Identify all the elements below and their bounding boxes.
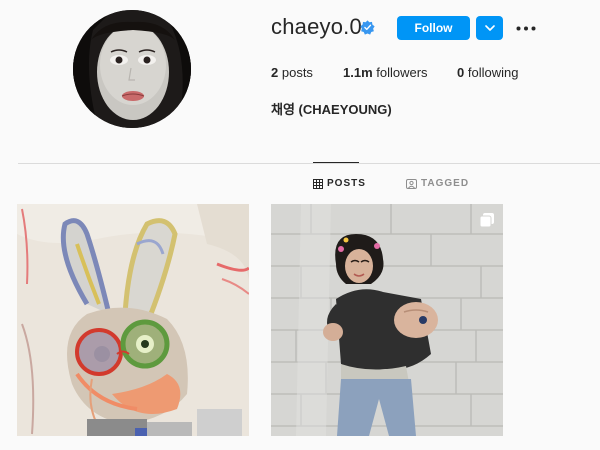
following-count-value: 0 (457, 65, 465, 80)
profile-full-name: 채영 (CHAEYOUNG) (271, 102, 392, 117)
profile-divider (18, 163, 600, 164)
post-thumbnail-1[interactable] (17, 204, 249, 436)
verified-badge-icon (360, 20, 375, 35)
more-options-icon (516, 26, 536, 30)
posts-count-label: posts (281, 65, 313, 80)
rabbit-drawing-image (17, 204, 249, 436)
tab-posts-label: POSTS (327, 178, 366, 189)
profile-username: chaeyo.0 (271, 14, 362, 39)
posts-count: 2 posts (271, 65, 313, 80)
multi-photo-icon (479, 212, 495, 228)
grid-icon (313, 178, 323, 189)
girl-photo-image (271, 204, 503, 436)
tab-posts[interactable]: POSTS (313, 178, 366, 189)
tagged-icon (406, 178, 417, 189)
post-thumbnail-2[interactable] (271, 204, 503, 436)
profile-avatar[interactable] (73, 10, 191, 128)
followers-count-value: 1.1m (343, 65, 373, 80)
suggestions-dropdown-button[interactable] (476, 16, 503, 40)
posts-count-value: 2 (271, 65, 279, 80)
tab-tagged-label: TAGGED (421, 178, 470, 189)
tab-tagged[interactable]: TAGGED (406, 178, 469, 189)
more-options-button[interactable] (515, 18, 537, 38)
followers-count-label: followers (376, 65, 428, 80)
avatar-photo (73, 10, 191, 128)
followers-count[interactable]: 1.1m followers (343, 65, 428, 80)
chevron-down-icon (484, 24, 495, 31)
follow-button[interactable]: Follow (397, 16, 470, 40)
following-count[interactable]: 0 following (457, 65, 518, 80)
active-tab-indicator (313, 162, 359, 163)
following-count-label: following (467, 65, 519, 80)
